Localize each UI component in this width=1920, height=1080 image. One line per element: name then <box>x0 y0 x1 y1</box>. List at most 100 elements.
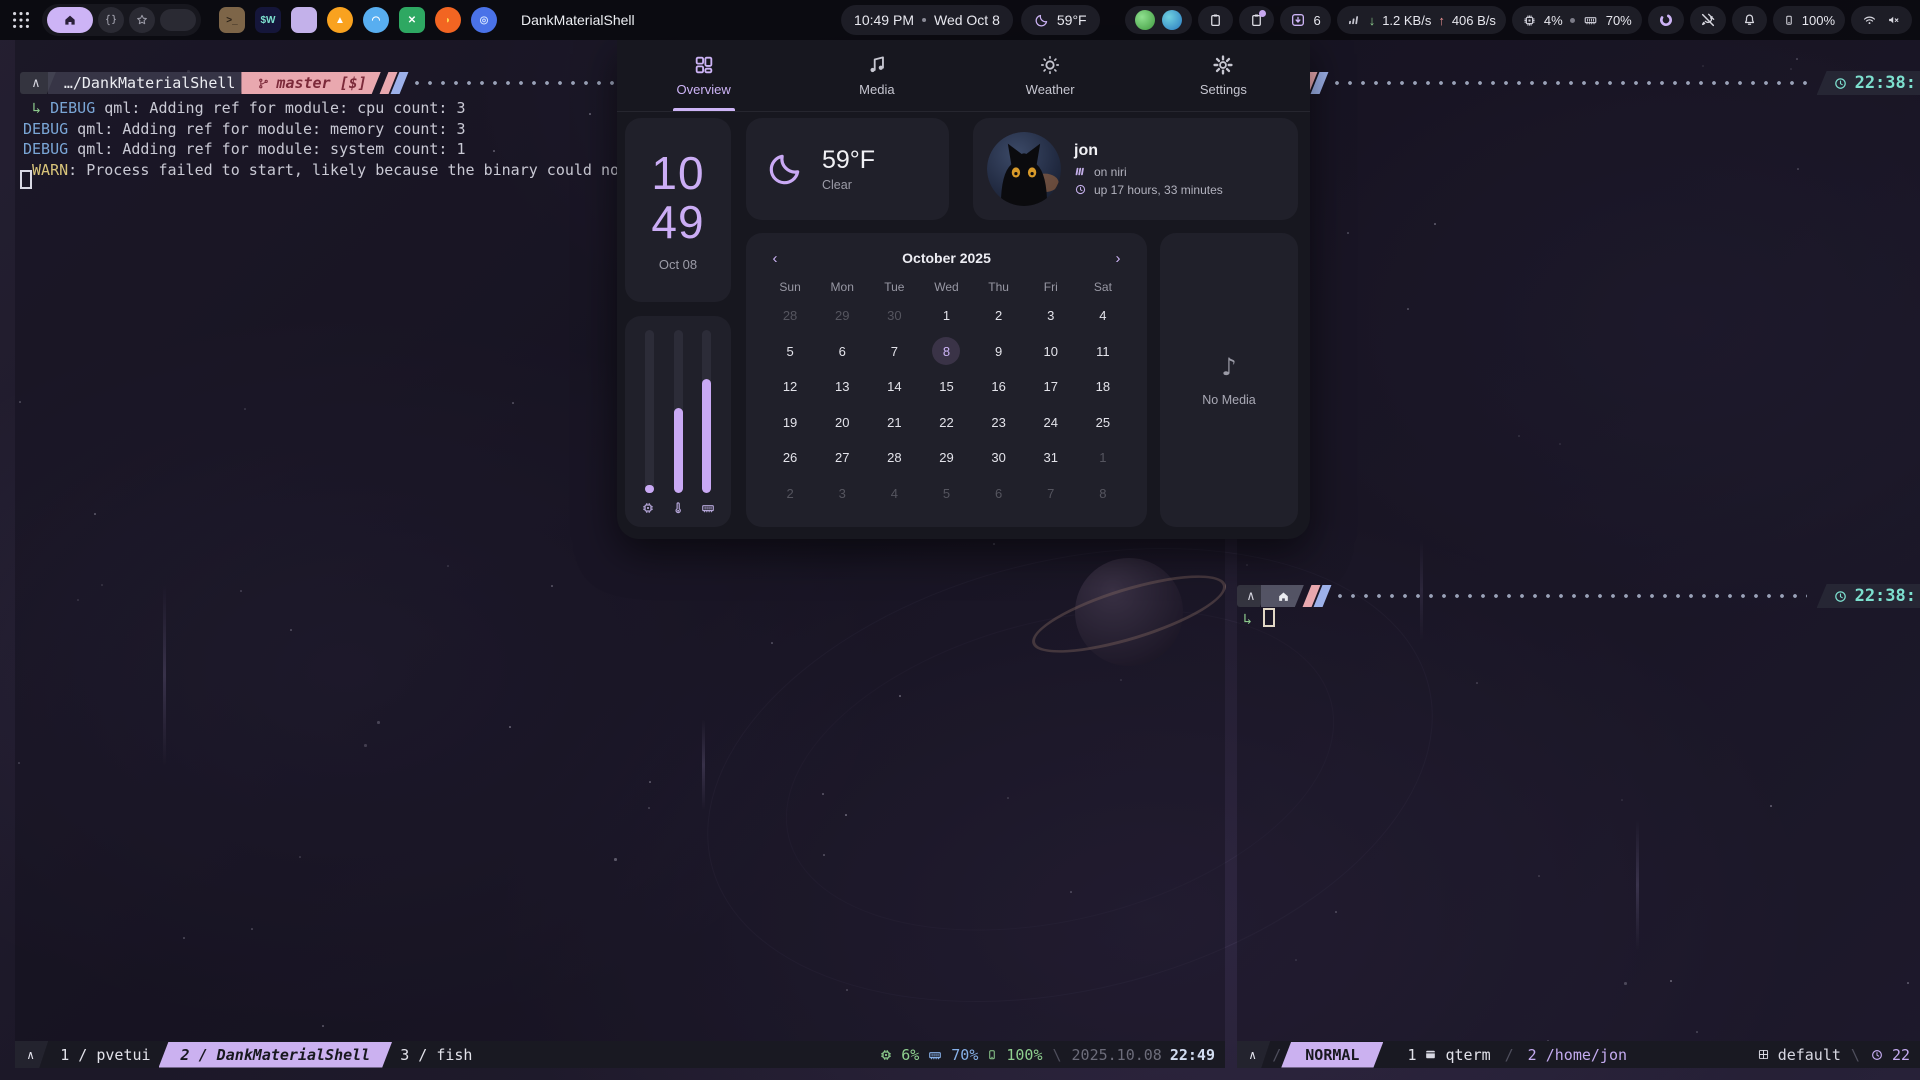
calendar-day[interactable]: 12 <box>764 369 816 405</box>
workspace-pill-active[interactable] <box>47 7 93 33</box>
calendar-day[interactable]: 25 <box>1077 405 1129 441</box>
calendar-next-button[interactable]: › <box>1107 250 1129 267</box>
cpu-value: 6% <box>901 1046 919 1064</box>
net-up-arrow-icon: ↑ <box>1438 13 1445 28</box>
calendar-day[interactable]: 23 <box>973 405 1025 441</box>
calendar-tray-pill[interactable] <box>1198 6 1233 34</box>
updates-pill[interactable]: 6 <box>1280 6 1330 34</box>
idle-inhibitor-pill[interactable] <box>1690 6 1726 34</box>
tray-apps-pill[interactable] <box>1125 6 1192 34</box>
calendar-weekdays: SunMonTueWedThuFriSat <box>764 280 1129 294</box>
calendar-day[interactable]: 11 <box>1077 334 1129 370</box>
calendar-day[interactable]: 2 <box>973 298 1025 334</box>
user-card: jon on niri up 17 hours, 33 minutes <box>973 118 1298 220</box>
separator: / <box>1503 1046 1516 1064</box>
clock-pill[interactable]: 10:49 PM Wed Oct 8 <box>841 5 1013 35</box>
calendar-day[interactable]: 7 <box>868 334 920 370</box>
calendar-day[interactable]: 18 <box>1077 369 1129 405</box>
system-metrics-pill[interactable]: 4% 70% <box>1512 6 1642 34</box>
calendar-day[interactable]: 3 <box>816 476 868 512</box>
quick-settings-pill[interactable] <box>1851 6 1912 34</box>
calendar-day-selected[interactable]: 8 <box>920 334 972 370</box>
ram-value: 70% <box>951 1046 978 1064</box>
terminal-tab[interactable]: 1 / pvetui <box>48 1046 162 1064</box>
calendar-day[interactable]: 3 <box>1025 298 1077 334</box>
calendar-day[interactable]: 1 <box>920 298 972 334</box>
night-light-pill[interactable] <box>1648 6 1684 34</box>
dock-app-brave[interactable]: ▲ <box>327 7 353 33</box>
dock-app-wezterm[interactable]: $W <box>255 7 281 33</box>
terminal-tab[interactable]: 3 / fish <box>388 1046 484 1064</box>
calendar-day[interactable]: 2 <box>764 476 816 512</box>
note-icon <box>866 54 888 76</box>
tray-app-teal-icon[interactable] <box>1162 10 1182 30</box>
system-monitor-card <box>625 316 731 527</box>
calendar-day[interactable]: 22 <box>920 405 972 441</box>
workspace-switcher <box>42 4 201 36</box>
workspace-pill[interactable] <box>98 7 124 33</box>
braces-icon <box>104 13 118 27</box>
weather-pill[interactable]: 59°F <box>1021 5 1100 35</box>
dock-app-browser-blue[interactable]: ◎ <box>471 7 497 33</box>
calendar-day[interactable]: 17 <box>1025 369 1077 405</box>
clipboard-pill[interactable] <box>1239 6 1274 34</box>
calendar-prev-button[interactable]: ‹ <box>764 250 786 267</box>
mode-indicator: NORMAL <box>1281 1042 1383 1068</box>
terminal-tab[interactable]: 2 /home/jon <box>1516 1046 1639 1064</box>
notifications-pill[interactable] <box>1732 6 1767 34</box>
calendar-day[interactable]: 6 <box>816 334 868 370</box>
dock-app-kitty[interactable]: >_ <box>219 7 245 33</box>
calendar-day[interactable]: 7 <box>1025 476 1077 512</box>
terminal-window-right[interactable]: 22:38: ∧ 22:38: ↳ ∧ / NORMAL 1 qterm / 2… <box>1237 40 1920 1068</box>
calendar-day[interactable]: 20 <box>816 405 868 441</box>
calendar-day[interactable]: 26 <box>764 440 816 476</box>
calendar-day[interactable]: 31 <box>1025 440 1077 476</box>
calendar-day[interactable]: 29 <box>920 440 972 476</box>
dashboard-icon <box>693 54 715 76</box>
calendar-day[interactable]: 5 <box>920 476 972 512</box>
calendar-day[interactable]: 29 <box>816 298 868 334</box>
tab-media[interactable]: Media <box>790 40 963 111</box>
calendar-day[interactable]: 19 <box>764 405 816 441</box>
dock-app-firefox[interactable]: ◗ <box>435 7 461 33</box>
calendar-day[interactable]: 10 <box>1025 334 1077 370</box>
clock-icon <box>1833 76 1848 91</box>
dock-app-zen-browser[interactable]: ◠ <box>363 7 389 33</box>
workspace-pill[interactable] <box>160 9 196 31</box>
calendar-day[interactable]: 1 <box>1077 440 1129 476</box>
avatar <box>987 132 1061 206</box>
zellij-status-bar: ∧ 1 / pvetui2 / DankMaterialShell3 / fis… <box>15 1041 1225 1068</box>
calendar-day[interactable]: 14 <box>868 369 920 405</box>
weekday-label: Fri <box>1025 280 1077 294</box>
calendar-day[interactable]: 9 <box>973 334 1025 370</box>
tab-overview[interactable]: Overview <box>617 40 790 111</box>
media-status: No Media <box>1202 393 1256 407</box>
battery-pill[interactable]: 100% <box>1773 6 1845 34</box>
calendar-day[interactable]: 4 <box>868 476 920 512</box>
calendar-day[interactable]: 13 <box>816 369 868 405</box>
dock-app-code-editor[interactable]: ✕ <box>399 7 425 33</box>
tab-settings[interactable]: Settings <box>1137 40 1310 111</box>
tray-app-green-icon[interactable] <box>1135 10 1155 30</box>
workspace-pill[interactable] <box>129 7 155 33</box>
calendar-day[interactable]: 21 <box>868 405 920 441</box>
calendar-day[interactable]: 5 <box>764 334 816 370</box>
calendar-day[interactable]: 28 <box>764 298 816 334</box>
dock-app-file-manager[interactable] <box>291 7 317 33</box>
active-tab-underline <box>673 108 735 111</box>
calendar-day[interactable]: 8 <box>1077 476 1129 512</box>
calendar-day[interactable]: 30 <box>973 440 1025 476</box>
calendar-day[interactable]: 15 <box>920 369 972 405</box>
calendar-day[interactable]: 28 <box>868 440 920 476</box>
app-launcher-grid-icon[interactable] <box>10 9 32 31</box>
calendar-day[interactable]: 30 <box>868 298 920 334</box>
terminal-tab[interactable]: 1 qterm <box>1395 1046 1502 1064</box>
terminal-tab-active[interactable]: 2 / DankMaterialShell <box>159 1042 393 1068</box>
calendar-day[interactable]: 4 <box>1077 298 1129 334</box>
calendar-day[interactable]: 27 <box>816 440 868 476</box>
calendar-day[interactable]: 6 <box>973 476 1025 512</box>
network-pill[interactable]: ↓ 1.2 KB/s ↑ 406 B/s <box>1337 6 1506 34</box>
calendar-day[interactable]: 16 <box>973 369 1025 405</box>
calendar-day[interactable]: 24 <box>1025 405 1077 441</box>
tab-weather[interactable]: Weather <box>964 40 1137 111</box>
